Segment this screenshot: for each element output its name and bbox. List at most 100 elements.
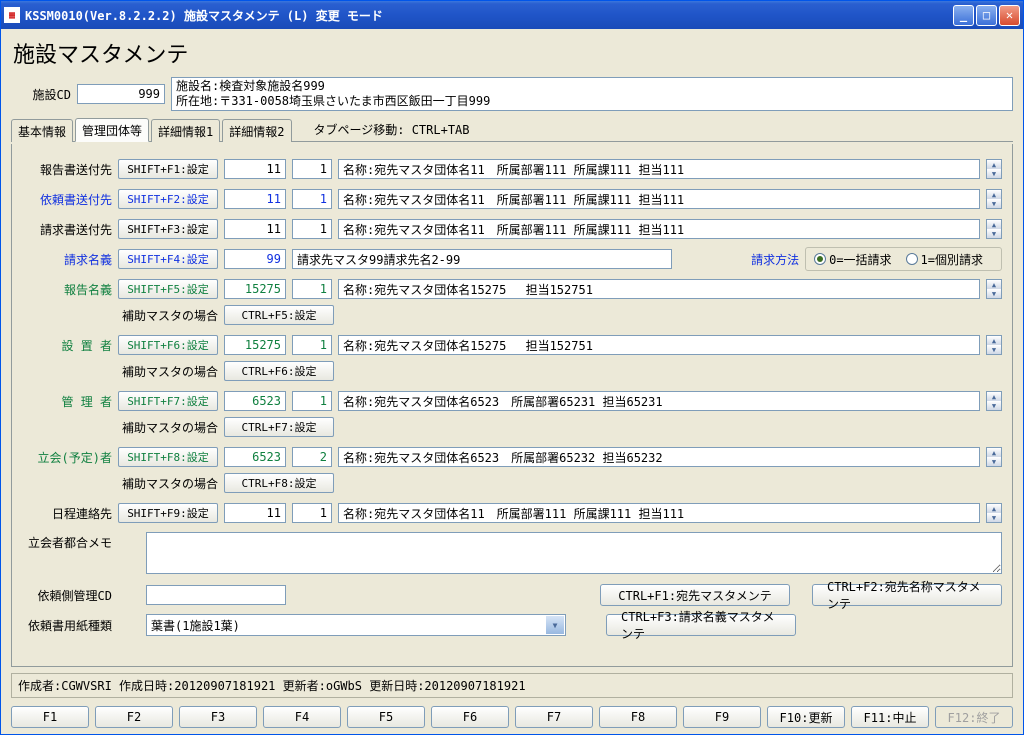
close-button[interactable]: ✕ [999,5,1020,26]
meigi-set-button[interactable]: SHIFT+F4:設定 [118,249,218,269]
seikyu-set-button[interactable]: SHIFT+F3:設定 [118,219,218,239]
spin-up-icon[interactable]: ▲ [987,160,1001,169]
spin-up-icon[interactable]: ▲ [987,190,1001,199]
tachiai-spinner[interactable]: ▲▼ [986,447,1002,467]
tab-detail2[interactable]: 詳細情報2 [222,119,291,142]
spin-up-icon[interactable]: ▲ [987,220,1001,229]
secchi-label: 設 置 者 [22,337,112,354]
spin-down-icon[interactable]: ▼ [987,199,1001,208]
chevron-down-icon: ▼ [546,616,564,634]
spin-up-icon[interactable]: ▲ [987,280,1001,289]
nittei-spinner[interactable]: ▲▼ [986,503,1002,523]
houkoku-num1[interactable]: 11 [224,159,286,179]
f11-button[interactable]: F11:中止 [851,706,929,728]
radio-individual[interactable]: 1=個別請求 [906,251,983,268]
secchi-aux-button[interactable]: CTRL+F6:設定 [224,361,334,381]
window-title: KSSM0010(Ver.8.2.2.2) 施設マスタメンテ (L) 変更 モー… [25,7,953,24]
tab-hint: タブページ移動: CTRL+TAB [314,121,470,141]
facility-cd-value: 999 [77,84,165,104]
ctrl-f3-button[interactable]: CTRL+F3:請求名義マスタメンテ [606,614,796,636]
kanri-num2[interactable]: 1 [292,391,332,411]
seikyu-num2[interactable]: 1 [292,219,332,239]
houkoku-spinner[interactable]: ▲▼ [986,159,1002,179]
tab-detail1[interactable]: 詳細情報1 [151,119,220,142]
nittei-label: 日程連絡先 [22,505,112,522]
paper-select[interactable]: 葉書(1施設1葉) ▼ [146,614,566,636]
secchi-num1[interactable]: 15275 [224,335,286,355]
nittei-num2[interactable]: 1 [292,503,332,523]
irai-num1[interactable]: 11 [224,189,286,209]
secchi-num2[interactable]: 1 [292,335,332,355]
kanri-num1[interactable]: 6523 [224,391,286,411]
radio-batch[interactable]: 0=一括請求 [814,251,891,268]
memo-textarea[interactable] [146,532,1002,574]
tachiai-num2[interactable]: 2 [292,447,332,467]
meigi-text: 請求先マスタ99請求先名2-99 [292,249,672,269]
secchi-spinner[interactable]: ▲▼ [986,335,1002,355]
facility-cd-label: 施設CD [11,86,71,103]
tachiai-num1[interactable]: 6523 [224,447,286,467]
nittei-num1[interactable]: 11 [224,503,286,523]
f10-button[interactable]: F10:更新 [767,706,845,728]
f9-button[interactable]: F9 [683,706,761,728]
irai-num2[interactable]: 1 [292,189,332,209]
f3-button[interactable]: F3 [179,706,257,728]
f1-button[interactable]: F1 [11,706,89,728]
spin-down-icon[interactable]: ▼ [987,401,1001,410]
f5-button[interactable]: F5 [347,706,425,728]
spin-down-icon[interactable]: ▼ [987,169,1001,178]
minimize-button[interactable]: _ [953,5,974,26]
irai-cd-input[interactable] [146,585,286,605]
seikyu-num1[interactable]: 11 [224,219,286,239]
spin-down-icon[interactable]: ▼ [987,289,1001,298]
spin-down-icon[interactable]: ▼ [987,345,1001,354]
kanri-aux-button[interactable]: CTRL+F7:設定 [224,417,334,437]
status-bar: 作成者:CGWVSRI 作成日時:20120907181921 更新者:oGWb… [11,673,1013,698]
f2-button[interactable]: F2 [95,706,173,728]
hmeigi-num1[interactable]: 15275 [224,279,286,299]
tachiai-set-button[interactable]: SHIFT+F8:設定 [118,447,218,467]
kanri-set-button[interactable]: SHIFT+F7:設定 [118,391,218,411]
tachiai-label: 立会(予定)者 [22,449,112,466]
spin-down-icon[interactable]: ▼ [987,229,1001,238]
spin-up-icon[interactable]: ▲ [987,504,1001,513]
spin-down-icon[interactable]: ▼ [987,513,1001,522]
irai-spinner[interactable]: ▲▼ [986,189,1002,209]
spin-up-icon[interactable]: ▲ [987,448,1001,457]
facility-info: 施設名:検査対象施設名999 所在地:〒331-0058埼玉県さいたま市西区飯田… [171,77,1013,111]
secchi-aux-label: 補助マスタの場合 [118,363,218,380]
houkoku-label: 報告書送付先 [22,161,112,178]
spin-up-icon[interactable]: ▲ [987,392,1001,401]
ctrl-f1-button[interactable]: CTRL+F1:宛先マスタメンテ [600,584,790,606]
tachiai-aux-button[interactable]: CTRL+F8:設定 [224,473,334,493]
hmeigi-set-button[interactable]: SHIFT+F5:設定 [118,279,218,299]
kanri-spinner[interactable]: ▲▼ [986,391,1002,411]
irai-text: 名称:宛先マスタ団体名11 所属部署111 所属課111 担当111 [338,189,980,209]
nittei-set-button[interactable]: SHIFT+F9:設定 [118,503,218,523]
f7-button[interactable]: F7 [515,706,593,728]
f6-button[interactable]: F6 [431,706,509,728]
f8-button[interactable]: F8 [599,706,677,728]
tab-basic[interactable]: 基本情報 [11,119,73,142]
hmeigi-spinner[interactable]: ▲▼ [986,279,1002,299]
meigi-num1[interactable]: 99 [224,249,286,269]
spin-down-icon[interactable]: ▼ [987,457,1001,466]
paper-label: 依頼書用紙種類 [22,617,112,634]
f4-button[interactable]: F4 [263,706,341,728]
houkoku-set-button[interactable]: SHIFT+F1:設定 [118,159,218,179]
ctrl-f2-button[interactable]: CTRL+F2:宛先名称マスタメンテ [812,584,1002,606]
hmeigi-aux-button[interactable]: CTRL+F5:設定 [224,305,334,325]
maximize-button[interactable]: □ [976,5,997,26]
memo-label: 立会者都合メモ [22,532,112,574]
spin-up-icon[interactable]: ▲ [987,336,1001,345]
hmeigi-label: 報告名義 [22,281,112,298]
secchi-set-button[interactable]: SHIFT+F6:設定 [118,335,218,355]
tab-management[interactable]: 管理団体等 [75,118,149,142]
kanri-label: 管 理 者 [22,393,112,410]
irai-set-button[interactable]: SHIFT+F2:設定 [118,189,218,209]
irai-label: 依頼書送付先 [22,191,112,208]
houkoku-num2[interactable]: 1 [292,159,332,179]
tachiai-aux-label: 補助マスタの場合 [118,475,218,492]
seikyu-spinner[interactable]: ▲▼ [986,219,1002,239]
hmeigi-num2[interactable]: 1 [292,279,332,299]
